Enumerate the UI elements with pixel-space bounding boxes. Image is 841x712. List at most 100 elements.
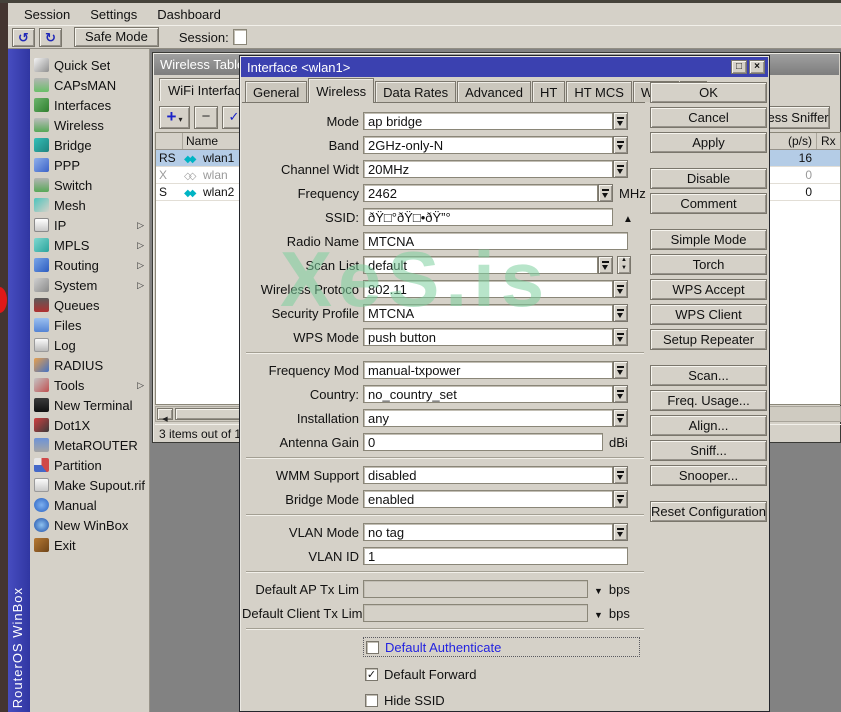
close-icon[interactable] xyxy=(749,60,765,74)
sidebar-item-mpls[interactable]: MPLS xyxy=(30,235,149,255)
cancel-button[interactable]: Cancel xyxy=(650,107,767,128)
remove-button[interactable] xyxy=(194,106,218,129)
sidebar-item-manual[interactable]: Manual xyxy=(30,495,149,515)
dropdown-icon[interactable] xyxy=(613,385,628,403)
sidebar-item-files[interactable]: Files xyxy=(30,315,149,335)
mode-select[interactable]: ap bridge xyxy=(363,112,613,130)
disable-button[interactable]: Disable xyxy=(650,168,767,189)
tab-wireless[interactable]: Wireless xyxy=(308,78,374,103)
dropdown-icon[interactable] xyxy=(613,160,628,178)
sidebar-item-dot1x[interactable]: Dot1X xyxy=(30,415,149,435)
tab-ht[interactable]: HT xyxy=(532,81,565,102)
spinner-icon[interactable] xyxy=(617,256,631,274)
reset-configuration-button[interactable]: Reset Configuration xyxy=(650,501,767,522)
setup-repeater-button[interactable]: Setup Repeater xyxy=(650,329,767,350)
dropdown-icon[interactable] xyxy=(613,466,628,484)
sidebar-item-quick-set[interactable]: Quick Set xyxy=(30,55,149,75)
sidebar-item-switch[interactable]: Switch xyxy=(30,175,149,195)
sidebar-item-ip[interactable]: IP xyxy=(30,215,149,235)
dropdown-icon[interactable] xyxy=(613,304,628,322)
radio-name-input[interactable]: MTCNA xyxy=(363,232,628,250)
dropdown-icon[interactable] xyxy=(613,523,628,541)
freq-usage-button[interactable]: Freq. Usage... xyxy=(650,390,767,411)
dropdown-arrow-icon[interactable] xyxy=(594,582,603,597)
wps-mode-select[interactable]: push button xyxy=(363,328,613,346)
tab-advanced[interactable]: Advanced xyxy=(457,81,531,102)
wps-client-button[interactable]: WPS Client xyxy=(650,304,767,325)
sidebar-item-new-winbox[interactable]: New WinBox xyxy=(30,515,149,535)
default-ap-tx-input[interactable] xyxy=(363,580,588,598)
wps-accept-button[interactable]: WPS Accept xyxy=(650,279,767,300)
band-select[interactable]: 2GHz-only-N xyxy=(363,136,613,154)
frequency-select[interactable]: 2462 xyxy=(363,184,598,202)
dropdown-icon[interactable] xyxy=(613,490,628,508)
align-button[interactable]: Align... xyxy=(650,415,767,436)
maximize-icon[interactable] xyxy=(731,60,747,74)
sidebar-item-capsman[interactable]: CAPsMAN xyxy=(30,75,149,95)
sidebar-item-wireless[interactable]: Wireless xyxy=(30,115,149,135)
add-button[interactable] xyxy=(159,106,190,129)
sidebar-item-queues[interactable]: Queues xyxy=(30,295,149,315)
sidebar-item-interfaces[interactable]: Interfaces xyxy=(30,95,149,115)
menu-settings[interactable]: Settings xyxy=(80,5,147,24)
antenna-gain-input[interactable]: 0 xyxy=(363,433,603,451)
dropdown-icon[interactable] xyxy=(613,112,628,130)
scan-list-select[interactable]: default xyxy=(363,256,598,274)
ok-button[interactable]: OK xyxy=(650,82,767,103)
wmm-support-select[interactable]: disabled xyxy=(363,466,613,484)
ssid-input[interactable]: ðŸ□°ðŸ□•ðŸ”° xyxy=(363,208,613,226)
tab-general[interactable]: General xyxy=(245,81,307,102)
dropdown-arrow-icon[interactable] xyxy=(594,606,603,621)
session-input[interactable] xyxy=(233,29,247,45)
frequency-mode-select[interactable]: manual-txpower xyxy=(363,361,613,379)
name-column-header[interactable]: Name xyxy=(186,134,218,148)
dropdown-icon[interactable] xyxy=(613,361,628,379)
simple-mode-button[interactable]: Simple Mode xyxy=(650,229,767,250)
sidebar-item-radius[interactable]: RADIUS xyxy=(30,355,149,375)
sidebar-item-routing[interactable]: Routing xyxy=(30,255,149,275)
dropdown-icon[interactable] xyxy=(598,184,613,202)
vlan-id-input[interactable]: 1 xyxy=(363,547,628,565)
menu-dashboard[interactable]: Dashboard xyxy=(147,5,231,24)
comment-button[interactable]: Comment xyxy=(650,193,767,214)
scroll-left-icon[interactable] xyxy=(157,408,173,420)
sniff-button[interactable]: Sniff... xyxy=(650,440,767,461)
sidebar-item-tools[interactable]: Tools xyxy=(30,375,149,395)
scan-button[interactable]: Scan... xyxy=(650,365,767,386)
tab-data-rates[interactable]: Data Rates xyxy=(375,81,456,102)
sidebar-item-make-supout[interactable]: Make Supout.rif xyxy=(30,475,149,495)
dropdown-icon[interactable] xyxy=(613,328,628,346)
tab-ht-mcs[interactable]: HT MCS xyxy=(566,81,632,102)
sidebar-item-system[interactable]: System xyxy=(30,275,149,295)
sidebar-item-bridge[interactable]: Bridge xyxy=(30,135,149,155)
wireless-protocol-select[interactable]: 802.11 xyxy=(363,280,613,298)
undo-icon[interactable] xyxy=(12,28,35,47)
vlan-mode-select[interactable]: no tag xyxy=(363,523,613,541)
dropdown-icon[interactable] xyxy=(598,256,613,274)
collapse-up-icon[interactable] xyxy=(623,210,633,225)
dropdown-icon[interactable] xyxy=(613,136,628,154)
snooper-button[interactable]: Snooper... xyxy=(650,465,767,486)
default-forward-checkbox[interactable]: ✓ xyxy=(365,668,378,681)
sidebar-item-partition[interactable]: Partition xyxy=(30,455,149,475)
dropdown-icon[interactable] xyxy=(613,409,628,427)
redo-icon[interactable] xyxy=(39,28,62,47)
sidebar-item-metarouter[interactable]: MetaROUTER xyxy=(30,435,149,455)
default-authenticate-checkbox[interactable] xyxy=(366,641,379,654)
safe-mode-button[interactable]: Safe Mode xyxy=(74,27,159,47)
sidebar-item-exit[interactable]: Exit xyxy=(30,535,149,555)
sidebar-item-ppp[interactable]: PPP xyxy=(30,155,149,175)
sidebar-item-new-terminal[interactable]: New Terminal xyxy=(30,395,149,415)
dropdown-icon[interactable] xyxy=(613,280,628,298)
hide-ssid-checkbox[interactable] xyxy=(365,694,378,707)
sidebar-item-log[interactable]: Log xyxy=(30,335,149,355)
channel-width-select[interactable]: 20MHz xyxy=(363,160,613,178)
installation-select[interactable]: any xyxy=(363,409,613,427)
default-client-tx-input[interactable] xyxy=(363,604,588,622)
bridge-mode-select[interactable]: enabled xyxy=(363,490,613,508)
country-select[interactable]: no_country_set xyxy=(363,385,613,403)
torch-button[interactable]: Torch xyxy=(650,254,767,275)
apply-button[interactable]: Apply xyxy=(650,132,767,153)
sidebar-item-mesh[interactable]: Mesh xyxy=(30,195,149,215)
menu-session[interactable]: Session xyxy=(14,5,80,24)
